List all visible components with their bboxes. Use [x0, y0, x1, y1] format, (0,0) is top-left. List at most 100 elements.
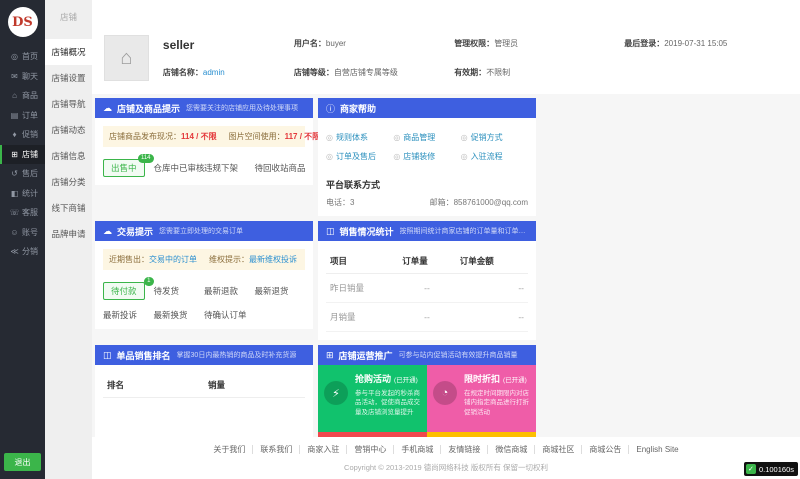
row-amount: -- [456, 274, 528, 303]
grade-value: 自营店铺专属等级 [334, 68, 398, 77]
footer-link-friend-links[interactable]: 友情链接 [441, 445, 488, 454]
sidebar-item-label: 首页 [22, 51, 38, 62]
pending-ship-link[interactable]: 待发货 [154, 285, 205, 297]
col-header-rank: 排名 [103, 373, 204, 398]
latest-complaint-link[interactable]: 最新投诉 [103, 309, 154, 321]
tile-status: (已开通) [503, 377, 527, 384]
sidebar-item-store[interactable]: ⊞ 店铺 [0, 145, 45, 165]
trading-orders-link[interactable]: 交易中的订单 [149, 255, 197, 264]
sidebar-item-chat[interactable]: ✉ 聊天 [0, 67, 45, 87]
space-suffix: / 不限 [297, 132, 320, 141]
tile-desc: 在规定时间期限内对店铺内指定商品进行打折促销活动 [464, 389, 529, 417]
submenu-item-offline-store[interactable]: 线下商铺 [45, 195, 92, 221]
warehouse-approved-link[interactable]: 仓库中已审核 [154, 162, 205, 174]
username-value: buyer [326, 39, 346, 48]
chart-icon: ◫ [326, 226, 335, 237]
footer-link-wechat-mall[interactable]: 微信商城 [488, 445, 535, 454]
merchant-help-card: ⓘ 商家帮助 ◎规则体系 ◎商品管理 ◎促销方式 ◎订单及售后 ◎店铺装修 ◎入… [318, 98, 536, 216]
email-value: 858761000@qq.com [454, 198, 528, 207]
bullet-icon: ◎ [393, 152, 400, 161]
sidebar-item-stats[interactable]: ◧ 统计 [0, 184, 45, 204]
chart-icon: ◫ [103, 350, 112, 361]
seller-center-app: DS ◎ 首页 ✉ 聊天 ⌂ 商品 ▤ 订单 ♦ 促销 ⊞ 店铺 ↺ 售后 ◧ … [0, 0, 800, 479]
card-subtitle: 掌握30日内最热销的商品及时补充货源 [177, 350, 297, 360]
recycle-bin-link[interactable]: 待回收站商品 [255, 162, 306, 174]
submenu-item-dynamics[interactable]: 店铺动态 [45, 117, 92, 143]
footer-link-about[interactable]: 关于我们 [206, 445, 253, 454]
help-link-goods[interactable]: ◎商品管理 [393, 128, 460, 147]
sidebar-item-goods[interactable]: ⌂ 商品 [0, 86, 45, 106]
help-link-order-aftersale[interactable]: ◎订单及售后 [326, 147, 393, 166]
promo-tile-flash-sale[interactable]: ⚡ 抢购活动(已开通) 参与平台发起的秒杀商品活动，促使商品成交量及店铺浏览量提… [318, 365, 427, 432]
help-link-decoration[interactable]: ◎店铺装修 [393, 147, 460, 166]
help-link-label: 规则体系 [336, 133, 368, 142]
card-subtitle: 您需要立即处理的交易订单 [159, 226, 243, 236]
last-login-label: 最后登录： [624, 39, 664, 48]
latest-refund-link[interactable]: 最新退款 [204, 285, 255, 297]
info-icon: ⓘ [326, 102, 335, 115]
quota-label: 店铺商品发布现况： [109, 132, 181, 141]
footer-link-english-site[interactable]: English Site [629, 445, 685, 454]
footer-link-community[interactable]: 商城社区 [535, 445, 582, 454]
sidebar-item-home[interactable]: ◎ 首页 [0, 47, 45, 67]
sidebar-item-orders[interactable]: ▤ 订单 [0, 106, 45, 126]
bullet-icon: ◎ [326, 133, 333, 142]
latest-exchange-link[interactable]: 最新换货 [154, 309, 205, 321]
pending-confirm-link[interactable]: 待确认订单 [204, 309, 255, 321]
logout-button[interactable]: 退出 [4, 453, 41, 471]
sidebar-item-label: 订单 [22, 110, 38, 121]
card-title: 商家帮助 [340, 102, 376, 115]
chat-icon: ✉ [9, 72, 20, 81]
row-label: 月销量 [326, 303, 398, 332]
leaf-icon: ✓ [746, 464, 756, 474]
pending-payment-badge: 1 [144, 277, 153, 286]
help-link-rules[interactable]: ◎规则体系 [326, 128, 393, 147]
footer-link-merchant-join[interactable]: 商家入驻 [300, 445, 347, 454]
on-sale-badge: 114 [138, 154, 154, 163]
submenu-item-settings[interactable]: 店铺设置 [45, 65, 92, 91]
username-label: 用户名： [294, 39, 326, 48]
sidebar-item-promotion[interactable]: ♦ 促销 [0, 125, 45, 145]
trade-tips-card: ☁ 交易提示 您需要立即处理的交易订单 近期售出：交易中的订单 维权提示：最新维… [95, 221, 313, 329]
sidebar-item-label: 客服 [22, 207, 38, 218]
row-count: -- [398, 274, 456, 303]
pending-payment-tag[interactable]: 待付款1 [103, 282, 145, 300]
perm-value: 管理员 [494, 39, 518, 48]
violation-offshelf-link[interactable]: 违规下架 [204, 162, 255, 174]
tile-status: (已开通) [394, 377, 418, 384]
phone-value: 3 [350, 198, 354, 207]
clock-icon: ◔ [433, 381, 457, 405]
table-row: 昨日销量 -- -- [326, 274, 528, 303]
recent-sales-label: 近期售出： [109, 255, 149, 264]
row-amount: -- [456, 303, 528, 332]
card-title: 销售情况统计 [340, 225, 394, 238]
footer-link-notice[interactable]: 商城公告 [582, 445, 629, 454]
sidebar-item-account[interactable]: ☺ 账号 [0, 223, 45, 243]
ds-logo: DS [8, 7, 38, 37]
submenu-item-categories[interactable]: 店铺分类 [45, 169, 92, 195]
submenu-item-info[interactable]: 店铺信息 [45, 143, 92, 169]
rights-complaint-link[interactable]: 最新维权投诉 [249, 255, 297, 264]
bullet-icon: ◎ [326, 152, 333, 161]
share-icon: ≪ [9, 247, 20, 256]
home-icon: ◎ [9, 52, 20, 61]
sidebar-item-aftersale[interactable]: ↺ 售后 [0, 164, 45, 184]
main-content: ⌂ seller 店铺名称：admin 用户名：buyer 店铺等级：自营店铺专… [92, 0, 800, 479]
promotion-icon: ♦ [9, 130, 20, 139]
footer-link-contact[interactable]: 联系我们 [253, 445, 300, 454]
submenu-item-overview[interactable]: 店铺概况 [45, 39, 92, 65]
row-count: -- [398, 303, 456, 332]
store-name-link[interactable]: admin [203, 68, 225, 77]
submenu-item-brand-apply[interactable]: 品牌申请 [45, 221, 92, 247]
footer-link-marketing[interactable]: 营销中心 [347, 445, 394, 454]
promo-tile-time-discount[interactable]: ◔ 限时折扣(已开通) 在规定时间期限内对店铺内指定商品进行打折促销活动 [427, 365, 536, 432]
submenu-item-navigation[interactable]: 店铺导航 [45, 91, 92, 117]
sidebar-item-distribution[interactable]: ≪ 分销 [0, 242, 45, 262]
footer-link-mobile-mall[interactable]: 手机商城 [394, 445, 441, 454]
help-link-promotion[interactable]: ◎促销方式 [461, 128, 528, 147]
help-link-join-flow[interactable]: ◎入驻流程 [461, 147, 528, 166]
on-sale-tag[interactable]: 出售中114 [103, 159, 145, 177]
latest-return-link[interactable]: 最新退货 [255, 285, 306, 297]
sidebar-item-service[interactable]: ☏ 客服 [0, 203, 45, 223]
sidebar-item-label: 分销 [22, 246, 38, 257]
